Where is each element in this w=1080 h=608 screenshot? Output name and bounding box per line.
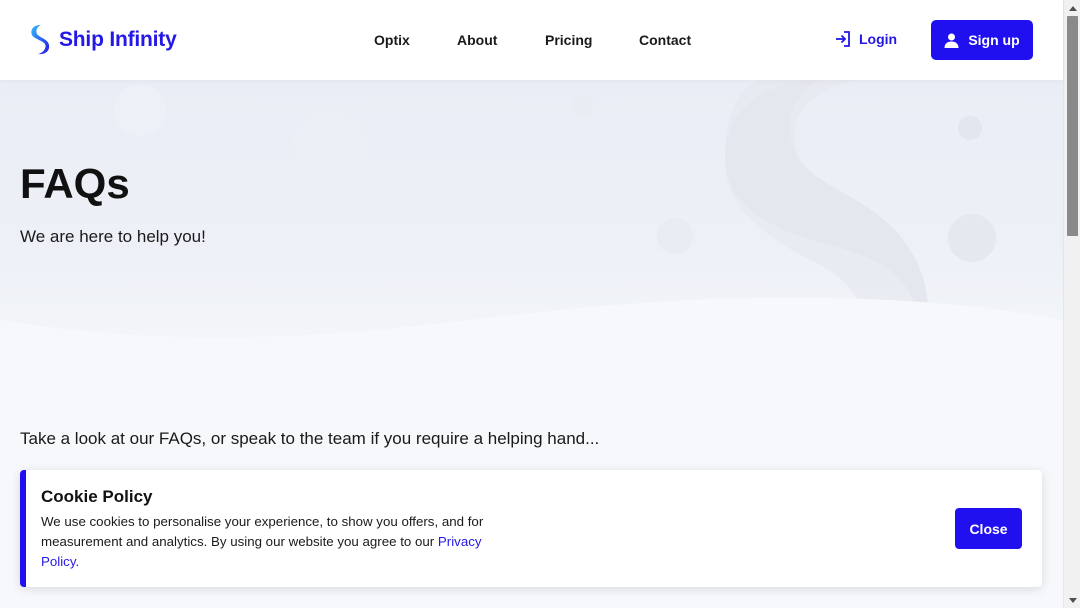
signup-label: Sign up — [968, 32, 1020, 48]
login-arrow-icon — [836, 31, 850, 47]
signup-button[interactable]: Sign up — [931, 20, 1033, 60]
cookie-text: We use cookies to personalise your exper… — [41, 512, 521, 572]
login-label: Login — [859, 31, 898, 47]
login-link[interactable]: Login — [834, 30, 897, 48]
nav-item-pricing[interactable]: Pricing — [545, 32, 592, 48]
nav-item-optix[interactable]: Optix — [374, 32, 410, 48]
cookie-body: We use cookies to personalise your exper… — [41, 514, 484, 549]
nav-item-contact[interactable]: Contact — [639, 32, 691, 48]
user-icon — [944, 33, 959, 48]
hero-wave-divider — [0, 297, 1063, 360]
cookie-banner: Cookie Policy We use cookies to personal… — [20, 470, 1042, 587]
faq-intro-text: Take a look at our FAQs, or speak to the… — [20, 429, 600, 448]
logo-text: Ship Infinity — [59, 28, 177, 51]
scroll-down-arrow-icon[interactable] — [1064, 592, 1080, 608]
page-title: FAQs — [20, 160, 130, 207]
page-scrollbar[interactable] — [1063, 0, 1080, 608]
cookie-close-button[interactable]: Close — [955, 508, 1022, 549]
nav-item-about[interactable]: About — [457, 32, 497, 48]
scroll-thumb[interactable] — [1067, 16, 1078, 236]
site-header: Ship Infinity Optix About Pricing Contac… — [0, 0, 1063, 80]
scroll-up-arrow-icon[interactable] — [1064, 0, 1080, 16]
logo[interactable]: Ship Infinity — [29, 24, 177, 56]
ship-infinity-logo-icon — [31, 25, 50, 55]
page-subtitle: We are here to help you! — [20, 227, 206, 246]
cookie-title: Cookie Policy — [41, 487, 153, 506]
